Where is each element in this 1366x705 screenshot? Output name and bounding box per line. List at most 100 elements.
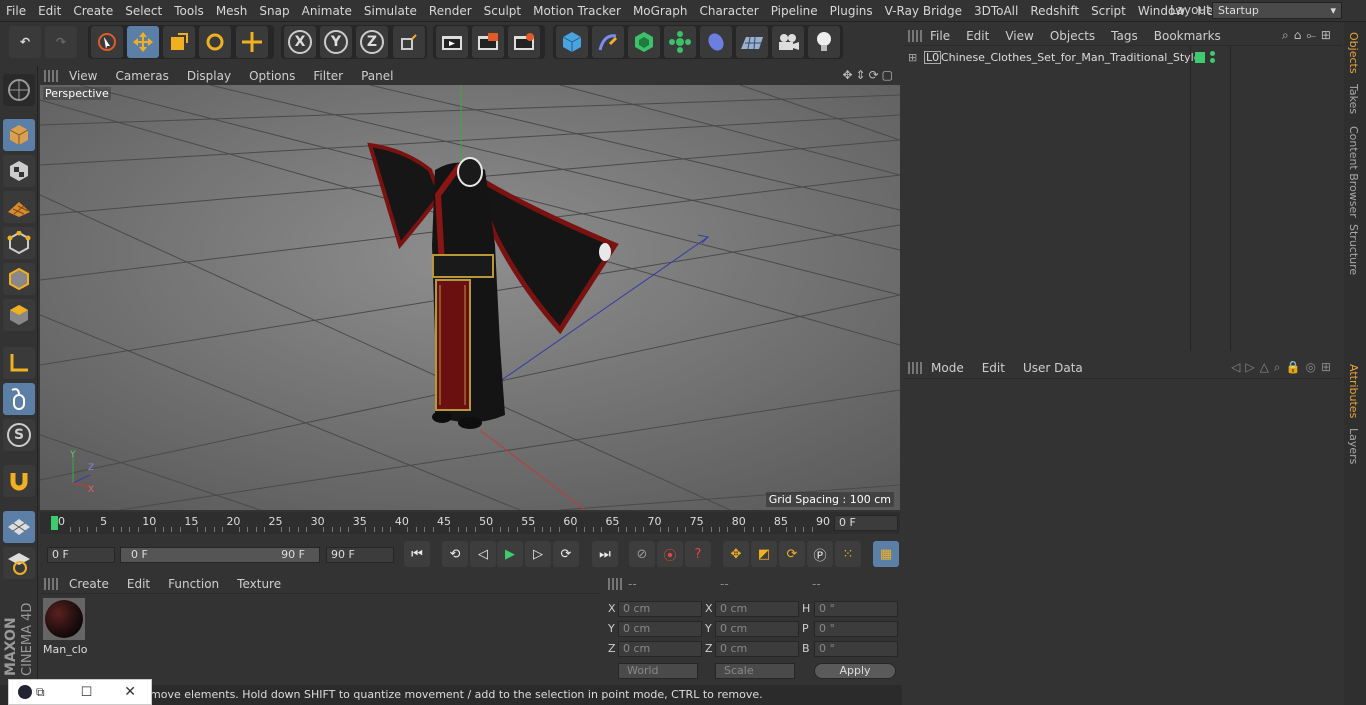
editor-visibility-dot[interactable]: [1210, 51, 1215, 56]
key-rotation-icon[interactable]: ⟳: [779, 541, 805, 567]
material-menu-create[interactable]: Create: [60, 577, 118, 591]
menu-file[interactable]: File: [0, 4, 32, 18]
menu-select[interactable]: Select: [119, 4, 168, 18]
viewport-3d[interactable]: Y Z X Perspective Grid Spacing : 100 cm: [40, 85, 900, 510]
next-frame-icon[interactable]: ▷: [525, 541, 551, 567]
record-keys-disabled-icon[interactable]: ⊘: [629, 541, 655, 567]
pen-spline-icon[interactable]: [592, 26, 624, 58]
pos-y-field[interactable]: 0 cm: [618, 621, 702, 637]
size-z-field[interactable]: 0 cm: [715, 641, 799, 657]
previous-key-icon[interactable]: ⟲: [442, 541, 468, 567]
current-frame-field[interactable]: 0 F: [834, 515, 898, 531]
rot-p-field[interactable]: 0 °: [814, 621, 898, 637]
menu-script[interactable]: Script: [1085, 4, 1132, 18]
objects-menu-tags[interactable]: Tags: [1103, 29, 1146, 43]
menu-3dtoall[interactable]: 3DToAll: [968, 4, 1024, 18]
attributes-menu-edit[interactable]: Edit: [973, 361, 1014, 375]
frame-range-slider[interactable]: 0 F 90 F: [120, 547, 320, 563]
model-mode-icon[interactable]: [3, 119, 35, 151]
play-forward-icon[interactable]: ▶: [497, 541, 523, 567]
menu-edit[interactable]: Edit: [32, 4, 67, 18]
x-axis-toggle[interactable]: X: [284, 26, 316, 58]
tab-structure[interactable]: Structure: [1347, 224, 1360, 275]
render-view-icon[interactable]: [436, 26, 468, 58]
z-axis-toggle[interactable]: Z: [356, 26, 388, 58]
menu-mesh[interactable]: Mesh: [210, 4, 254, 18]
tab-objects[interactable]: Objects: [1347, 32, 1360, 74]
attributes-menu-mode[interactable]: Mode: [922, 361, 973, 375]
render-region-icon[interactable]: [472, 26, 504, 58]
coordinate-mode-select[interactable]: World: [618, 663, 698, 679]
menu-render[interactable]: Render: [423, 4, 478, 18]
floor-icon[interactable]: [736, 26, 768, 58]
autokey-icon[interactable]: ?: [685, 541, 711, 567]
viewport-menu-cameras[interactable]: Cameras: [106, 69, 177, 83]
close-icon[interactable]: ✕: [124, 684, 136, 700]
attribute-tools-icon[interactable]: ◁▷△⌕🔒◎⊞: [1231, 360, 1336, 375]
material-menu-function[interactable]: Function: [159, 577, 228, 591]
scale-tool-icon[interactable]: [163, 26, 195, 58]
camera-icon[interactable]: [772, 26, 804, 58]
rot-h-field[interactable]: 0 °: [814, 601, 898, 617]
y-axis-toggle[interactable]: Y: [320, 26, 352, 58]
menu-motion-tracker[interactable]: Motion Tracker: [527, 4, 627, 18]
viewport-menu-panel[interactable]: Panel: [352, 69, 402, 83]
apply-button[interactable]: Apply: [814, 663, 896, 679]
light-icon[interactable]: [808, 26, 840, 58]
tab-attributes[interactable]: Attributes: [1347, 364, 1360, 418]
render-settings-icon[interactable]: [508, 26, 540, 58]
pos-z-field[interactable]: 0 cm: [618, 641, 702, 657]
material-menu-edit[interactable]: Edit: [118, 577, 159, 591]
menu-mograph[interactable]: MoGraph: [627, 4, 694, 18]
axis-mode-icon[interactable]: [3, 347, 35, 379]
coordinate-system-icon[interactable]: [393, 26, 425, 58]
objects-menu-view[interactable]: View: [997, 29, 1041, 43]
menu-plugins[interactable]: Plugins: [824, 4, 879, 18]
objects-menu-objects[interactable]: Objects: [1042, 29, 1103, 43]
menu-snap[interactable]: Snap: [253, 4, 295, 18]
maximize-icon[interactable]: ☐: [81, 685, 93, 700]
rot-b-field[interactable]: 0 °: [814, 641, 898, 657]
size-x-field[interactable]: 0 cm: [715, 601, 799, 617]
layout-select[interactable]: Startup: [1212, 2, 1342, 19]
workplane-lock-icon[interactable]: [3, 511, 35, 543]
tab-takes[interactable]: Takes: [1347, 84, 1360, 114]
playhead-marker[interactable]: [51, 516, 58, 530]
previous-frame-icon[interactable]: ◁: [470, 541, 496, 567]
subdivision-icon[interactable]: [628, 26, 660, 58]
end-frame-field[interactable]: 90 F: [326, 547, 394, 563]
menu-vray-bridge[interactable]: V-Ray Bridge: [879, 4, 968, 18]
menu-animate[interactable]: Animate: [296, 4, 358, 18]
object-manager-tools-icon[interactable]: ⌕⌂⟜⊞: [1282, 28, 1336, 43]
go-to-start-icon[interactable]: ⏮: [404, 541, 430, 567]
viewport-menu-view[interactable]: View: [60, 69, 106, 83]
timeline-window-icon[interactable]: ▦: [873, 541, 899, 567]
tab-layers[interactable]: Layers: [1347, 428, 1360, 464]
menu-character[interactable]: Character: [693, 4, 764, 18]
transform-tool-icon[interactable]: [236, 26, 268, 58]
size-y-field[interactable]: 0 cm: [715, 621, 799, 637]
timeline-ruler[interactable]: 0 5 10 15 20 25 30 35 40 45 50 55 60 65 70 75 80 85 90 0 F: [40, 512, 900, 534]
undo-icon[interactable]: ↶: [9, 26, 41, 58]
objects-menu-file[interactable]: File: [922, 29, 958, 43]
key-scale-icon[interactable]: ◩: [751, 541, 777, 567]
material-menu-texture[interactable]: Texture: [228, 577, 290, 591]
render-visibility-dot[interactable]: [1210, 58, 1215, 63]
move-tool-icon[interactable]: [127, 26, 159, 58]
attributes-menu-user-data[interactable]: User Data: [1014, 361, 1092, 375]
menu-redshift[interactable]: Redshift: [1024, 4, 1085, 18]
material-swatch[interactable]: Man_clo: [43, 598, 88, 658]
minimized-window-bar[interactable]: ⧉ ☐ ✕: [8, 679, 152, 705]
object-name[interactable]: Chinese_Clothes_Set_for_Man_Traditional_…: [941, 51, 1201, 64]
tab-content-browser[interactable]: Content Browser: [1347, 126, 1360, 218]
cloner-icon[interactable]: [664, 26, 696, 58]
pos-x-field[interactable]: 0 cm: [618, 601, 702, 617]
workplane-mode-icon[interactable]: [3, 191, 35, 223]
restore-icon[interactable]: ⧉: [36, 685, 45, 700]
viewport-menu-filter[interactable]: Filter: [304, 69, 352, 83]
menu-tools[interactable]: Tools: [168, 4, 210, 18]
key-pla-icon[interactable]: ⁙: [835, 541, 861, 567]
cube-primitive-icon[interactable]: [556, 26, 588, 58]
start-frame-field[interactable]: 0 F: [47, 547, 115, 563]
key-position-icon[interactable]: ✥: [723, 541, 749, 567]
